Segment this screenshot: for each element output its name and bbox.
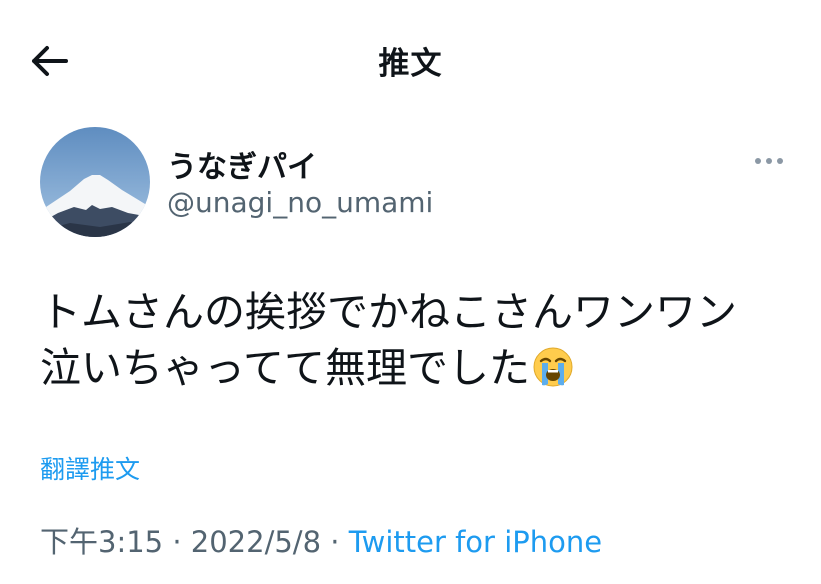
tweet-date[interactable]: 2022/5/8	[191, 525, 321, 559]
translate-tweet-link[interactable]: 翻譯推文	[40, 450, 140, 486]
tweet-time[interactable]: 下午3:15	[40, 525, 163, 559]
more-options-button[interactable]	[748, 148, 790, 174]
tweet-text-line-1: トムさんの挨拶でかねこさんワンワン	[40, 288, 737, 336]
author-handle[interactable]: @unagi_no_umami	[167, 186, 433, 219]
tweet-text-line-2: 泣いちゃってて無理でした	[40, 344, 530, 392]
loudly-crying-face-emoji-icon	[532, 346, 574, 402]
author-display-name[interactable]: うなぎパイ	[167, 142, 317, 186]
page-title: 推文	[378, 46, 443, 82]
separator-dot: ·	[321, 525, 349, 559]
separator-dot: ·	[163, 525, 191, 559]
tweet-text: トムさんの挨拶でかねこさんワンワン 泣いちゃってて無理でした	[40, 284, 800, 402]
avatar[interactable]	[40, 127, 150, 237]
tweet-source-link[interactable]: Twitter for iPhone	[349, 525, 602, 559]
tweet-meta: 下午3:15 · 2022/5/8 · Twitter for iPhone	[40, 519, 602, 561]
top-bar: 推文	[0, 0, 821, 118]
more-horizontal-icon	[755, 158, 783, 164]
